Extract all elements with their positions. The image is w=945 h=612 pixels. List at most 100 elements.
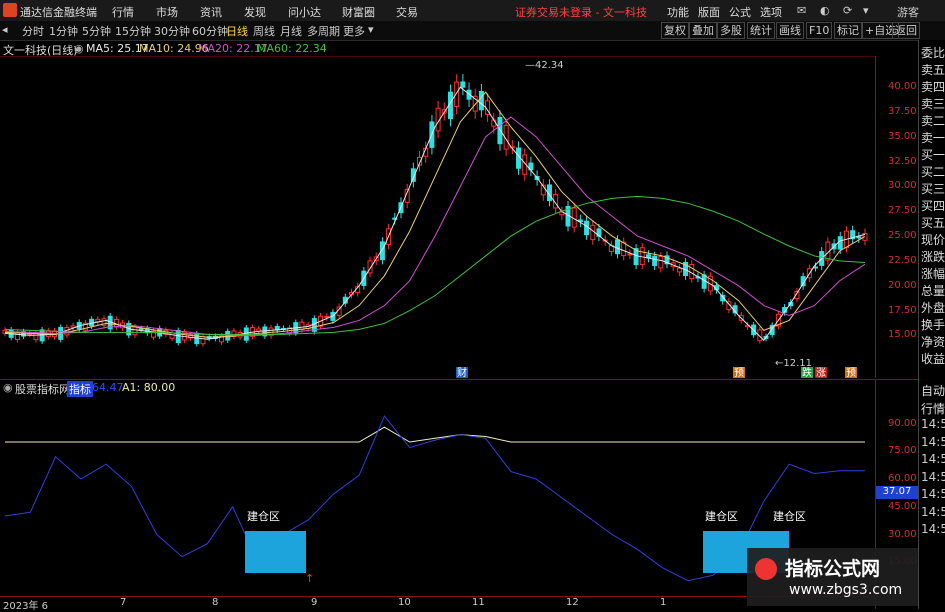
side-label[interactable]: 换手: [921, 316, 945, 333]
period-multi[interactable]: 多周期: [307, 23, 340, 39]
side-label[interactable]: 涨跌: [921, 248, 945, 265]
candle-body[interactable]: [70, 325, 76, 328]
side-label[interactable]: 买二: [921, 163, 945, 180]
side-label[interactable]: 14:5: [921, 487, 945, 501]
period-intraday[interactable]: 分时: [22, 23, 44, 39]
mail-icon[interactable]: ✉: [797, 4, 806, 17]
side-label[interactable]: 收益: [921, 350, 945, 367]
side-label[interactable]: 卖五: [921, 61, 945, 78]
candle-body[interactable]: [478, 91, 484, 111]
candle-body[interactable]: [689, 264, 695, 280]
period-15min[interactable]: 15分钟: [115, 23, 151, 39]
candle-body[interactable]: [615, 239, 621, 255]
side-label[interactable]: 14:5: [921, 417, 945, 431]
candle-body[interactable]: [132, 326, 138, 336]
candle-body[interactable]: [652, 255, 658, 267]
btn-multi-stock[interactable]: 多股: [717, 22, 745, 39]
side-label[interactable]: 涨幅: [921, 265, 945, 282]
side-label[interactable]: 现价: [921, 231, 945, 248]
side-label[interactable]: 买一: [921, 146, 945, 163]
menu-wenxiaoda[interactable]: 问小达: [288, 4, 321, 20]
side-label[interactable]: 自动: [921, 382, 945, 399]
menu-discover[interactable]: 发现: [244, 4, 266, 20]
candle-body[interactable]: [676, 267, 682, 273]
candle-body[interactable]: [169, 332, 175, 339]
period-more[interactable]: 更多: [343, 23, 365, 39]
date-tick: 11: [472, 597, 485, 608]
candle-body[interactable]: [33, 332, 39, 341]
side-label[interactable]: 卖二: [921, 112, 945, 129]
candle-body[interactable]: [299, 321, 305, 331]
login-notice[interactable]: 证券交易未登录 - 文一科技: [515, 4, 647, 20]
menu-trade[interactable]: 交易: [396, 4, 418, 20]
candle-body[interactable]: [175, 330, 181, 344]
candle-body[interactable]: [491, 119, 497, 127]
period-30min[interactable]: 30分钟: [154, 23, 190, 39]
side-label[interactable]: 净资: [921, 333, 945, 350]
candle-body[interactable]: [658, 256, 664, 269]
period-weekly[interactable]: 周线: [253, 23, 275, 39]
side-label[interactable]: 买四: [921, 197, 945, 214]
period-monthly[interactable]: 月线: [280, 23, 302, 39]
indicator-settings-icon[interactable]: ◉: [3, 381, 13, 394]
menu-formula[interactable]: 公式: [729, 4, 751, 20]
btn-mark[interactable]: 标记: [834, 22, 862, 39]
menu-function[interactable]: 功能: [667, 4, 689, 20]
period-60min[interactable]: 60分钟: [192, 23, 228, 39]
btn-adjust[interactable]: 复权: [661, 22, 689, 39]
tag-fall[interactable]: 跌: [802, 366, 812, 378]
side-label[interactable]: 14:5: [921, 505, 945, 519]
candle-body[interactable]: [194, 333, 200, 345]
tag-rise[interactable]: 涨: [816, 367, 826, 378]
ma-line-ma20: [4, 116, 866, 336]
tag-forecast[interactable]: 预: [734, 367, 744, 378]
tag-finance[interactable]: 财: [457, 366, 467, 378]
period-1min[interactable]: 1分钟: [49, 23, 78, 39]
btn-draw[interactable]: 画线: [776, 22, 804, 39]
candle-body[interactable]: [497, 117, 503, 145]
side-label[interactable]: 买三: [921, 180, 945, 197]
candle-body[interactable]: [138, 328, 144, 331]
candle-body[interactable]: [460, 81, 466, 88]
side-label[interactable]: 买五: [921, 214, 945, 231]
menu-layout[interactable]: 版面: [698, 4, 720, 20]
side-label[interactable]: 卖三: [921, 95, 945, 112]
refresh-icon[interactable]: ⟳: [843, 4, 852, 17]
user-label[interactable]: 游客: [897, 4, 919, 20]
menu-market[interactable]: 市场: [156, 4, 178, 20]
candle-body[interactable]: [584, 220, 590, 236]
menu-options[interactable]: 选项: [760, 4, 782, 20]
side-label[interactable]: 行情: [921, 400, 945, 417]
candlestick-chart[interactable]: —42.34 ←12.11 财 预 跌 涨 预: [0, 56, 875, 378]
side-label[interactable]: 总量: [921, 282, 945, 299]
menu-wealth-circle[interactable]: 财富圈: [342, 4, 375, 20]
dropdown-icon[interactable]: ▾: [863, 4, 869, 17]
price-tick: 20.00: [888, 279, 917, 291]
side-label[interactable]: 14:5: [921, 435, 945, 449]
candle-body[interactable]: [200, 335, 206, 345]
candle-body[interactable]: [837, 236, 843, 250]
period-daily[interactable]: 日线: [226, 23, 248, 39]
period-5min[interactable]: 5分钟: [82, 23, 111, 39]
side-label[interactable]: 14:5: [921, 522, 945, 536]
tag-forecast-2[interactable]: 预: [846, 367, 856, 378]
btn-overlay[interactable]: 叠加: [689, 22, 717, 39]
candle-body[interactable]: [627, 253, 633, 256]
menu-quotes[interactable]: 行情: [112, 4, 134, 20]
btn-f10[interactable]: F10: [806, 22, 833, 39]
btn-stats[interactable]: 统计: [747, 22, 775, 39]
btn-back[interactable]: 返回: [892, 22, 920, 39]
pin-icon[interactable]: ◂: [2, 23, 8, 36]
more-dropdown-icon[interactable]: ▾: [368, 23, 374, 36]
side-label[interactable]: 卖一: [921, 129, 945, 146]
menu-news[interactable]: 资讯: [200, 4, 222, 20]
side-label[interactable]: 卖四: [921, 78, 945, 95]
skin-icon[interactable]: ◐: [820, 4, 830, 17]
side-label[interactable]: 外盘: [921, 299, 945, 316]
side-label[interactable]: 14:5: [921, 470, 945, 484]
side-label[interactable]: 14:5: [921, 452, 945, 466]
ma-settings-icon[interactable]: ◉: [74, 42, 84, 55]
candle-body[interactable]: [39, 329, 45, 342]
side-label[interactable]: 委比: [921, 44, 945, 61]
candle-body[interactable]: [856, 236, 862, 239]
